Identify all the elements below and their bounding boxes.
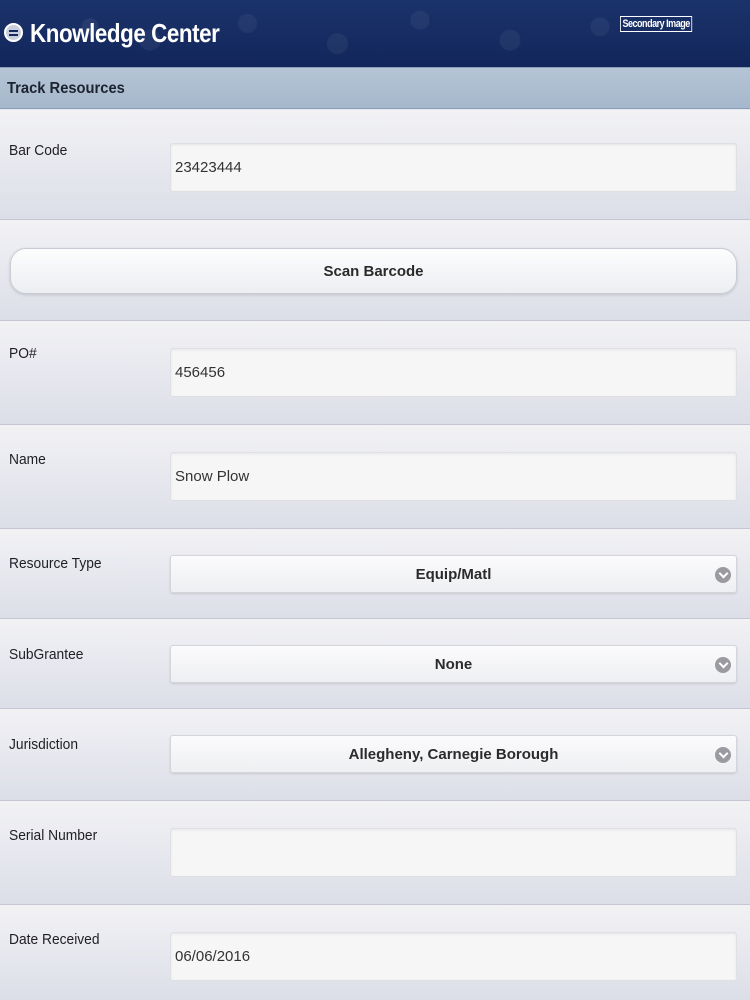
po-number-label: PO# [9,345,37,362]
section-title: Track Resources [7,80,125,97]
jurisdiction-label: Jurisdiction [9,736,79,753]
date-received-row: Date Received [0,905,750,1000]
bar-code-label: Bar Code [9,142,68,159]
subgrantee-row: SubGrantee None [0,619,750,709]
resource-type-label: Resource Type [9,555,102,572]
bar-code-row: Bar Code [0,110,750,220]
date-received-input[interactable] [170,932,737,981]
app-header: Knowledge Center Secondary Image [0,0,750,67]
subgrantee-value: None [434,656,473,673]
serial-number-label: Serial Number [9,827,98,844]
app-title: Knowledge Center [30,18,220,48]
chevron-down-icon [715,747,731,763]
secondary-image-link[interactable]: Secondary Image [620,16,693,32]
subgrantee-select[interactable]: None [170,645,737,683]
resource-type-row: Resource Type Equip/Matl [0,529,750,619]
name-input[interactable] [170,452,737,501]
resource-type-select[interactable]: Equip/Matl [170,555,737,593]
serial-number-input[interactable] [170,828,737,877]
name-label: Name [9,451,46,468]
subgrantee-label: SubGrantee [9,646,84,663]
date-received-label: Date Received [9,931,100,948]
jurisdiction-row: Jurisdiction Allegheny, Carnegie Borough [0,709,750,801]
name-row: Name [0,425,750,529]
bar-code-input[interactable] [170,143,737,192]
jurisdiction-value: Allegheny, Carnegie Borough [348,746,559,763]
chevron-down-icon [715,657,731,673]
po-number-row: PO# [0,321,750,425]
resource-type-value: Equip/Matl [415,566,492,583]
po-number-input[interactable] [170,348,737,397]
menu-icon[interactable] [4,23,23,42]
jurisdiction-select[interactable]: Allegheny, Carnegie Borough [170,735,737,773]
serial-number-row: Serial Number [0,801,750,905]
chevron-down-icon [715,567,731,583]
scan-barcode-button[interactable]: Scan Barcode [10,248,737,294]
section-header: Track Resources [0,67,750,109]
